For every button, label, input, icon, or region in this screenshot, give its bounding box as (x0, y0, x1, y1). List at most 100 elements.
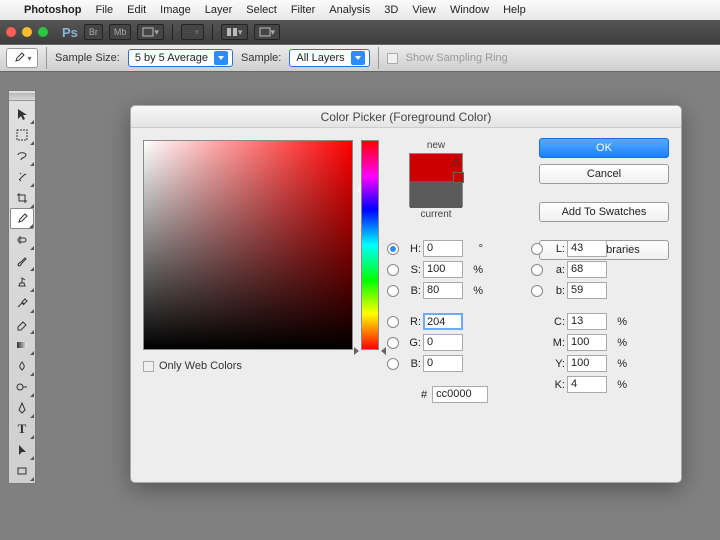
add-to-swatches-button[interactable]: Add To Swatches (539, 202, 669, 222)
sample-size-label: Sample Size: (55, 52, 120, 64)
g-radio[interactable] (387, 337, 399, 349)
gamut-warning-icon[interactable]: ⚠ (451, 156, 461, 169)
k-input[interactable]: 4 (567, 376, 607, 393)
crop-tool[interactable] (10, 187, 34, 208)
show-sampling-ring-checkbox[interactable] (387, 53, 398, 64)
ok-button[interactable]: OK (539, 138, 669, 158)
type-tool[interactable]: T (10, 418, 34, 439)
color-field[interactable] (143, 140, 353, 350)
tool-preset-button[interactable]: ▾ (6, 48, 38, 68)
l-radio[interactable] (531, 243, 543, 255)
c-label: C: (547, 316, 565, 328)
menu-file[interactable]: File (95, 4, 113, 16)
window-controls (6, 27, 48, 37)
blur-tool[interactable] (10, 355, 34, 376)
dodge-tool[interactable] (10, 376, 34, 397)
hex-label: # (421, 389, 427, 401)
pen-tool[interactable] (10, 397, 34, 418)
bb-radio[interactable] (387, 358, 399, 370)
a-label: a: (547, 264, 565, 276)
zoom-level-button[interactable]: ·· ▾ (181, 24, 204, 40)
minibridge-button[interactable]: Mb (109, 24, 132, 40)
gamut-warning-swatch[interactable] (453, 172, 464, 183)
m-input[interactable]: 100 (567, 334, 607, 351)
g-input[interactable]: 0 (423, 334, 463, 351)
pct-unit: % (611, 379, 627, 391)
magic-wand-tool[interactable] (10, 166, 34, 187)
menu-window[interactable]: Window (450, 4, 489, 16)
menu-3d[interactable]: 3D (384, 4, 398, 16)
gradient-tool[interactable] (10, 334, 34, 355)
r-radio[interactable] (387, 316, 399, 328)
b-radio[interactable] (531, 285, 543, 297)
lab-cmyk-fields: L:43 a:68 b:59 C:13% M:100% Y:100% K:4% (531, 240, 627, 393)
healing-brush-tool[interactable] (10, 229, 34, 250)
path-selection-tool[interactable] (10, 439, 34, 460)
hue-slider-handle-right[interactable] (381, 347, 386, 355)
only-web-colors-checkbox[interactable] (143, 361, 154, 372)
eyedropper-icon (12, 51, 26, 65)
sample-size-select[interactable]: 5 by 5 Average (128, 49, 233, 67)
menu-edit[interactable]: Edit (127, 4, 146, 16)
hue-slider[interactable] (361, 140, 379, 350)
sample-select[interactable]: All Layers (289, 49, 369, 67)
a-radio[interactable] (531, 264, 543, 276)
bv-radio[interactable] (387, 285, 399, 297)
rectangle-tool[interactable] (10, 460, 34, 481)
menu-analysis[interactable]: Analysis (329, 4, 370, 16)
eyedropper-tool[interactable] (10, 208, 34, 229)
marquee-tool[interactable] (10, 124, 34, 145)
bb-input[interactable]: 0 (423, 355, 463, 372)
y-input[interactable]: 100 (567, 355, 607, 372)
bv-label: B: (403, 285, 421, 297)
y-label: Y: (547, 358, 565, 370)
pct-unit: % (611, 337, 627, 349)
show-sampling-ring-label: Show Sampling Ring (406, 52, 508, 64)
h-label: H: (403, 243, 421, 255)
s-input[interactable]: 100 (423, 261, 463, 278)
menu-filter[interactable]: Filter (291, 4, 315, 16)
menu-layer[interactable]: Layer (205, 4, 233, 16)
brush-tool[interactable] (10, 250, 34, 271)
h-radio[interactable] (387, 243, 399, 255)
hue-slider-handle-left[interactable] (354, 347, 359, 355)
view-extras-button[interactable]: ▾ (137, 24, 164, 40)
s-radio[interactable] (387, 264, 399, 276)
menu-select[interactable]: Select (246, 4, 277, 16)
a-input[interactable]: 68 (567, 261, 607, 278)
r-input[interactable]: 204 (423, 313, 463, 330)
minimize-window-button[interactable] (22, 27, 32, 37)
menu-help[interactable]: Help (503, 4, 526, 16)
color-preview: new current (391, 140, 481, 222)
pct-unit: % (467, 264, 483, 276)
c-input[interactable]: 13 (567, 313, 607, 330)
h-input[interactable]: 0 (423, 240, 463, 257)
hsb-rgb-fields: H:0° S:100% B:80% R:204 G:0 B:0 (387, 240, 483, 372)
current-color-swatch[interactable] (410, 181, 462, 208)
menu-app[interactable]: Photoshop (24, 4, 81, 16)
cancel-button[interactable]: Cancel (539, 164, 669, 184)
lasso-tool[interactable] (10, 145, 34, 166)
maximize-window-button[interactable] (38, 27, 48, 37)
history-brush-tool[interactable] (10, 292, 34, 313)
b-input[interactable]: 59 (567, 282, 607, 299)
color-picker-dialog: Color Picker (Foreground Color) new curr… (130, 105, 682, 483)
new-label: new (391, 140, 481, 151)
move-tool[interactable] (10, 103, 34, 124)
k-label: K: (547, 379, 565, 391)
menu-view[interactable]: View (412, 4, 436, 16)
l-input[interactable]: 43 (567, 240, 607, 257)
hex-input[interactable]: cc0000 (432, 386, 488, 403)
menu-image[interactable]: Image (160, 4, 191, 16)
bridge-button[interactable]: Br (84, 24, 103, 40)
arrange-docs-button[interactable]: ▾ (221, 24, 248, 40)
eraser-tool[interactable] (10, 313, 34, 334)
sample-label: Sample: (241, 52, 281, 64)
close-window-button[interactable] (6, 27, 16, 37)
panel-grip[interactable] (9, 93, 35, 101)
tools-panel: T (8, 90, 36, 484)
deg-unit: ° (467, 243, 483, 255)
clone-stamp-tool[interactable] (10, 271, 34, 292)
bv-input[interactable]: 80 (423, 282, 463, 299)
screen-mode-button[interactable]: ▾ (254, 24, 281, 40)
